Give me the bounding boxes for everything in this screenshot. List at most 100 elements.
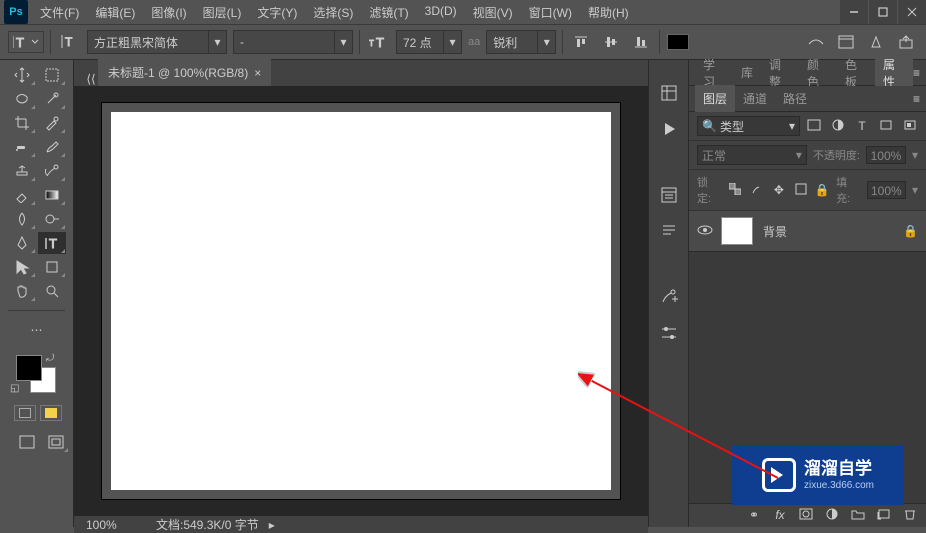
- text-color-swatch[interactable]: [666, 30, 690, 54]
- lock-artboard-icon[interactable]: [793, 183, 809, 198]
- lock-transparency-icon[interactable]: [728, 183, 744, 198]
- type-tool[interactable]: T: [38, 232, 66, 254]
- blur-tool[interactable]: [8, 208, 36, 230]
- menu-help[interactable]: 帮助(H): [580, 0, 637, 25]
- crop-tool[interactable]: [8, 112, 36, 134]
- align-middle-button[interactable]: [599, 30, 623, 54]
- menu-edit[interactable]: 编辑(E): [87, 0, 143, 25]
- screen-mode-button[interactable]: [14, 431, 40, 453]
- tab-paths[interactable]: 路径: [775, 85, 815, 112]
- layer-visibility-icon[interactable]: [697, 224, 711, 239]
- layer-row[interactable]: 背景 🔒: [689, 211, 926, 252]
- layer-lock-icon[interactable]: 🔒: [903, 224, 918, 238]
- default-colors-icon[interactable]: ◱: [10, 383, 19, 394]
- watermark-title: 溜溜自学: [804, 459, 874, 479]
- font-size-dropdown[interactable]: 72 点 ▾: [396, 30, 462, 54]
- menu-image[interactable]: 图像(I): [143, 0, 194, 25]
- lock-position-icon[interactable]: ✥: [771, 183, 787, 197]
- layer-filter-icons: T: [806, 119, 918, 134]
- panel-menu-icon[interactable]: ≡: [913, 92, 920, 106]
- filter-shape-icon[interactable]: [878, 119, 894, 134]
- dodge-tool[interactable]: [38, 208, 66, 230]
- history-brush-tool[interactable]: [38, 160, 66, 182]
- color-pickers: ⤾ ◱: [4, 355, 69, 401]
- layer-filter-dropdown[interactable]: 🔍 类型 ▾: [697, 116, 800, 136]
- align-bottom-button[interactable]: [629, 30, 653, 54]
- layer-thumbnail[interactable]: [721, 217, 753, 245]
- tab-layers[interactable]: 图层: [695, 85, 735, 112]
- collapse-icon[interactable]: ⟨⟨: [84, 72, 98, 86]
- new-group-icon[interactable]: [850, 508, 866, 523]
- swap-colors-icon[interactable]: ⤾: [46, 353, 54, 364]
- zoom-tool[interactable]: [38, 280, 66, 302]
- hand-tool[interactable]: [8, 280, 36, 302]
- healing-brush-tool[interactable]: [8, 136, 36, 158]
- opacity-value[interactable]: 100%: [866, 146, 906, 164]
- antialias-dropdown[interactable]: 锐利 ▾: [486, 30, 556, 54]
- layer-style-icon[interactable]: fx: [772, 508, 788, 523]
- canvas-area[interactable]: [74, 86, 648, 516]
- shape-tool[interactable]: [38, 256, 66, 278]
- layer-mask-icon[interactable]: [798, 508, 814, 523]
- paragraph-panel-icon[interactable]: [655, 218, 683, 244]
- lock-all-icon[interactable]: 🔒: [814, 183, 830, 197]
- menu-filter[interactable]: 滤镜(T): [361, 0, 416, 25]
- filter-smart-icon[interactable]: [902, 119, 918, 134]
- current-tool-indicator[interactable]: T: [8, 31, 44, 53]
- lasso-tool[interactable]: [8, 88, 36, 110]
- maximize-button[interactable]: [869, 0, 897, 24]
- text-orientation-button[interactable]: T: [57, 30, 81, 54]
- info-arrow-icon[interactable]: ▸: [269, 518, 275, 532]
- delete-layer-icon[interactable]: [902, 508, 918, 523]
- clone-stamp-tool[interactable]: [8, 160, 36, 182]
- magic-wand-tool[interactable]: [38, 88, 66, 110]
- standard-mode-button[interactable]: [14, 405, 36, 421]
- brush-tool[interactable]: [38, 136, 66, 158]
- adjustment-layer-icon[interactable]: [824, 508, 840, 523]
- eraser-tool[interactable]: [8, 184, 36, 206]
- zoom-value[interactable]: 100%: [86, 518, 146, 532]
- new-layer-icon[interactable]: [876, 508, 892, 523]
- minimize-button[interactable]: [840, 0, 868, 24]
- change-screen-button[interactable]: [44, 431, 70, 453]
- menu-view[interactable]: 视图(V): [465, 0, 521, 25]
- canvas[interactable]: [111, 112, 611, 490]
- panel-menu-icon[interactable]: ≡: [913, 66, 920, 80]
- history-panel-icon[interactable]: [655, 80, 683, 106]
- blend-mode-dropdown[interactable]: 正常 ▾: [697, 145, 807, 165]
- menu-window[interactable]: 窗口(W): [521, 0, 580, 25]
- pen-tool[interactable]: [8, 232, 36, 254]
- menu-layer[interactable]: 图层(L): [195, 0, 250, 25]
- foreground-color[interactable]: [16, 355, 42, 381]
- document-tab[interactable]: 未标题-1 @ 100%(RGB/8) ×: [98, 59, 271, 86]
- menu-type[interactable]: 文字(Y): [249, 0, 305, 25]
- marquee-tool[interactable]: [38, 64, 66, 86]
- menu-3d[interactable]: 3D(D): [417, 0, 465, 25]
- align-top-button[interactable]: [569, 30, 593, 54]
- font-family-dropdown[interactable]: 方正粗黑宋简体 ▾: [87, 30, 227, 54]
- move-tool[interactable]: [8, 64, 36, 86]
- font-style-dropdown[interactable]: - ▾: [233, 30, 353, 54]
- path-selection-tool[interactable]: [8, 256, 36, 278]
- adjustments-icon[interactable]: [655, 320, 683, 346]
- tab-libraries[interactable]: 库: [733, 59, 761, 86]
- gradient-tool[interactable]: [38, 184, 66, 206]
- quick-mask-mode-button[interactable]: [40, 405, 62, 421]
- menu-select[interactable]: 选择(S): [305, 0, 361, 25]
- brush-settings-icon[interactable]: [655, 284, 683, 310]
- lock-image-icon[interactable]: [749, 183, 765, 198]
- close-button[interactable]: [898, 0, 926, 24]
- filter-adjustment-icon[interactable]: [830, 119, 846, 134]
- edit-toolbar-button[interactable]: ⋯: [23, 319, 51, 341]
- eyedropper-tool[interactable]: [38, 112, 66, 134]
- link-layers-icon[interactable]: ⚭: [746, 508, 762, 523]
- filter-type-icon[interactable]: T: [854, 119, 870, 134]
- actions-panel-icon[interactable]: [655, 116, 683, 142]
- close-tab-icon[interactable]: ×: [254, 66, 261, 80]
- tab-channels[interactable]: 通道: [735, 85, 775, 112]
- menu-file[interactable]: 文件(F): [32, 0, 87, 25]
- fill-value[interactable]: 100%: [867, 181, 906, 199]
- filter-pixel-icon[interactable]: [806, 119, 822, 134]
- character-panel-icon[interactable]: [655, 182, 683, 208]
- svg-text:T: T: [376, 35, 384, 50]
